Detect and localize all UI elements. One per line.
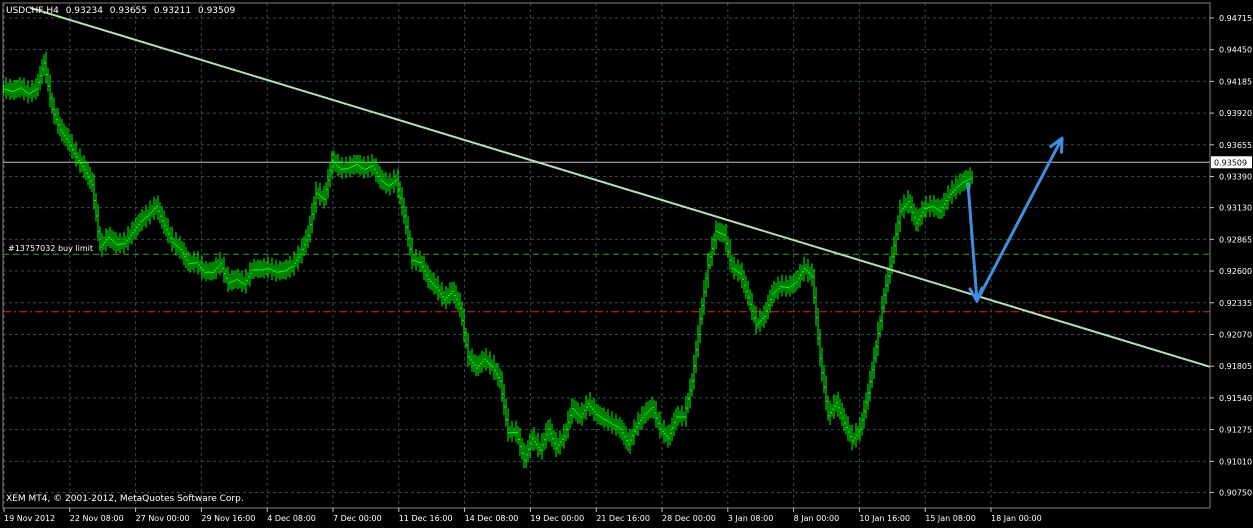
x-tick-label: 27 Nov 00:00	[136, 514, 190, 523]
open-value: 0.93234	[66, 6, 103, 16]
x-tick-label: 10 Jan 16:00	[859, 514, 910, 523]
y-tick-label: 0.94715	[1219, 14, 1252, 23]
price-chart[interactable]: 0.94715 0.94450 0.94185 0.93920 0.93655 0.933…	[0, 0, 1253, 524]
x-tick-label: 8 Jan 00:00	[794, 514, 840, 523]
y-tick-label: 0.92070	[1219, 330, 1252, 339]
y-tick-label: 0.92600	[1219, 267, 1252, 276]
y-tick-label: 0.91275	[1219, 426, 1252, 435]
x-tick-label: 15 Jan 08:00	[925, 514, 976, 523]
x-tick-label: 3 Jan 08:00	[728, 514, 774, 523]
y-tick-label: 0.93655	[1219, 141, 1252, 150]
symbol-label: USDCHF,H4	[6, 6, 59, 16]
x-tick-label: 21 Dec 16:00	[596, 514, 650, 523]
y-tick-label: 0.93920	[1219, 109, 1252, 118]
y-tick-label: 0.90750	[1219, 488, 1252, 497]
y-tick-label: 0.91010	[1219, 457, 1252, 466]
x-tick-label: 18 Jan 00:00	[991, 514, 1042, 523]
y-tick-label: 0.94185	[1219, 77, 1252, 86]
x-tick-label: 28 Dec 00:00	[662, 514, 716, 523]
y-tick-label: 0.92865	[1219, 235, 1252, 244]
y-tick-label: 0.93390	[1219, 173, 1252, 182]
copyright-label: XEM MT4, © 2001-2012, MetaQuotes Softwar…	[6, 494, 244, 504]
close-value: 0.93509	[198, 6, 235, 16]
current-price-tag-label: 0.93509	[1214, 158, 1247, 167]
chart-header: USDCHF,H4 0.93234 0.93655 0.93211 0.9350…	[6, 6, 235, 16]
x-tick-label: 7 Dec 00:00	[333, 514, 382, 523]
y-tick-label: 0.92335	[1219, 299, 1252, 308]
x-tick-label: 29 Nov 16:00	[201, 514, 255, 523]
low-value: 0.93211	[154, 6, 191, 16]
y-tick-label: 0.93130	[1219, 204, 1252, 213]
x-tick-label: 11 Dec 16:00	[399, 514, 453, 523]
x-tick-label: 22 Nov 08:00	[70, 514, 124, 523]
order-label[interactable]: #13757032 buy limit	[8, 244, 93, 253]
y-tick-label: 0.94450	[1219, 46, 1252, 55]
x-tick-label: 4 Dec 08:00	[267, 514, 316, 523]
x-tick-label: 19 Nov 2012	[4, 514, 55, 523]
y-tick-label: 0.91540	[1219, 394, 1252, 403]
high-value: 0.93655	[110, 6, 147, 16]
chart-canvas[interactable]: 0.94715 0.94450 0.94185 0.93920 0.93655 0.933…	[0, 0, 1253, 524]
x-tick-label: 19 Dec 00:00	[530, 514, 584, 523]
x-tick-label: 14 Dec 08:00	[465, 514, 519, 523]
y-tick-label: 0.91805	[1219, 362, 1252, 371]
